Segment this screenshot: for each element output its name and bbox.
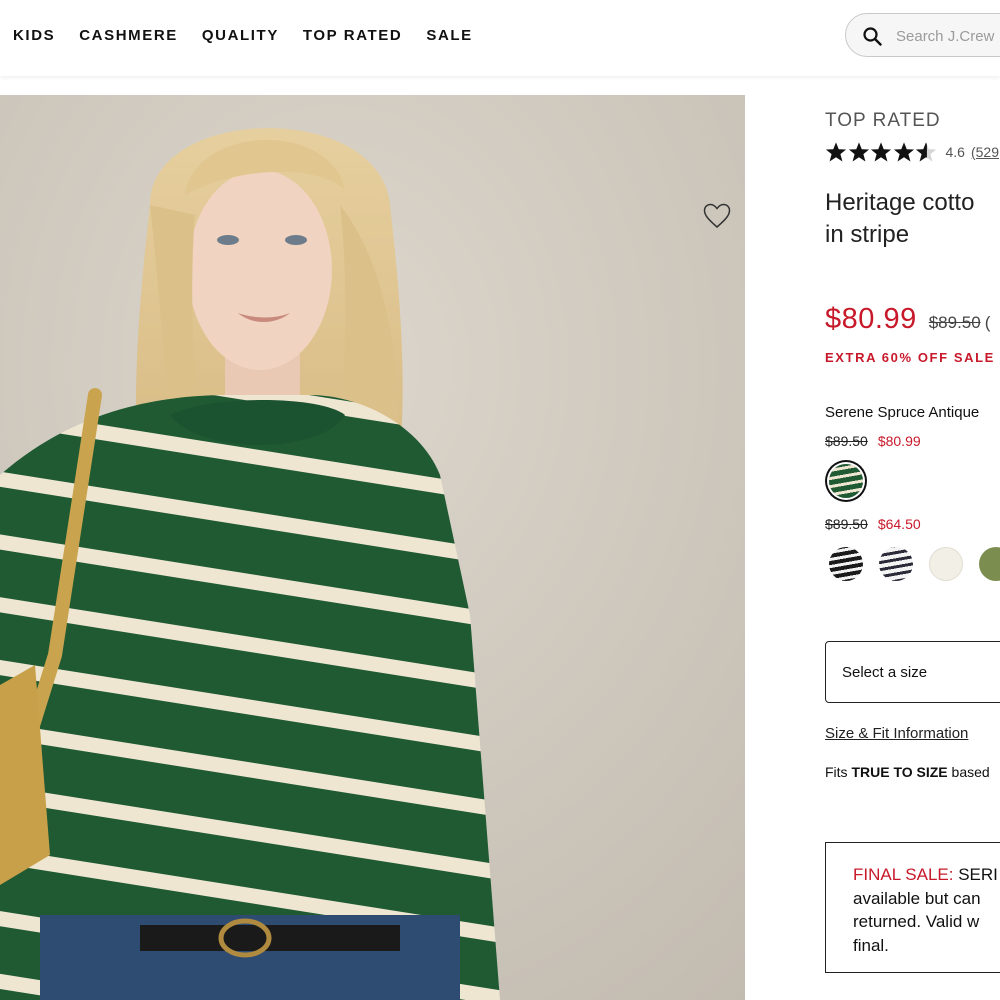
search-input[interactable] xyxy=(894,24,1000,48)
color-group-2-prices: $89.50 $64.50 xyxy=(825,516,921,532)
star-icon xyxy=(870,142,892,162)
fit-note: Fits TRUE TO SIZE based xyxy=(825,764,990,780)
final-sale-line-4: final. xyxy=(853,935,889,955)
top-navigation: KIDS CASHMERE QUALITY TOP RATED SALE xyxy=(0,0,1000,76)
product-details: TOP RATED 4.6 (529 Heritage cotto in str… xyxy=(825,0,1000,1000)
final-sale-line-2: available but can xyxy=(853,888,981,908)
color-group-1-sale-price: $80.99 xyxy=(877,433,921,449)
original-price: $89.50 xyxy=(928,313,981,332)
nav-links: KIDS CASHMERE QUALITY TOP RATED SALE xyxy=(13,27,497,44)
color-group-2-original-price: $89.50 xyxy=(825,516,868,532)
nav-link-kids[interactable]: KIDS xyxy=(13,27,55,44)
nav-link-cashmere[interactable]: CASHMERE xyxy=(79,27,178,44)
selected-color-name: Serene Spruce Antique xyxy=(825,404,980,421)
rating[interactable]: 4.6 (529 xyxy=(825,141,999,163)
final-sale-line-3: returned. Valid w xyxy=(853,912,980,931)
nav-link-quality[interactable]: QUALITY xyxy=(202,27,279,44)
color-group-1-original-price: $89.50 xyxy=(825,433,868,449)
star-half-icon xyxy=(915,142,937,162)
search-box[interactable] xyxy=(845,13,1000,57)
review-count-link[interactable]: (529 xyxy=(971,144,999,160)
swatch-olive[interactable] xyxy=(979,547,1000,581)
heart-icon[interactable] xyxy=(703,203,731,229)
color-group-2-sale-price: $64.50 xyxy=(877,516,921,532)
swatch-ivory[interactable] xyxy=(929,547,963,581)
model-illustration xyxy=(0,95,745,1000)
final-sale-notice: FINAL SALE: SERI available but can retur… xyxy=(825,842,1000,973)
size-select-label: Select a size xyxy=(842,664,928,681)
swatch-serene-spruce-stripe[interactable] xyxy=(829,464,863,498)
product-title-line-2: in stripe xyxy=(825,221,910,248)
product-image[interactable] xyxy=(0,95,745,1000)
top-rated-badge: TOP RATED xyxy=(825,110,941,131)
promo-text: EXTRA 60% OFF SALE S xyxy=(825,350,1000,365)
rating-value: 4.6 xyxy=(945,144,965,160)
fit-note-prefix: Fits xyxy=(825,764,848,780)
swatch-black-stripe[interactable] xyxy=(829,547,863,581)
nav-link-sale[interactable]: SALE xyxy=(426,27,472,44)
nav-link-top-rated[interactable]: TOP RATED xyxy=(303,27,402,44)
star-icon xyxy=(893,142,914,162)
sale-price: $80.99 xyxy=(825,303,917,335)
fit-note-suffix: based xyxy=(951,764,990,780)
color-group-1-prices: $89.50 $80.99 xyxy=(825,433,921,449)
original-price-suffix: ( xyxy=(984,313,991,332)
star-icon xyxy=(848,142,869,162)
final-sale-line-1: SERI xyxy=(958,865,998,884)
price-row: $80.99 $89.50 ( xyxy=(825,303,990,336)
final-sale-text: FINAL SALE: SERI available but can retur… xyxy=(853,863,998,957)
search-icon[interactable] xyxy=(862,26,882,46)
product-title-line-1: Heritage cotto xyxy=(825,189,975,216)
size-select[interactable]: Select a size xyxy=(825,641,1000,703)
final-sale-label: FINAL SALE: xyxy=(853,865,954,884)
size-fit-info-link[interactable]: Size & Fit Information xyxy=(825,725,968,742)
product-title: Heritage cotto in stripe xyxy=(825,187,1000,251)
fit-note-emphasis: TRUE TO SIZE xyxy=(851,764,948,780)
star-icon xyxy=(825,142,847,162)
swatch-navy-stripe[interactable] xyxy=(879,547,913,581)
